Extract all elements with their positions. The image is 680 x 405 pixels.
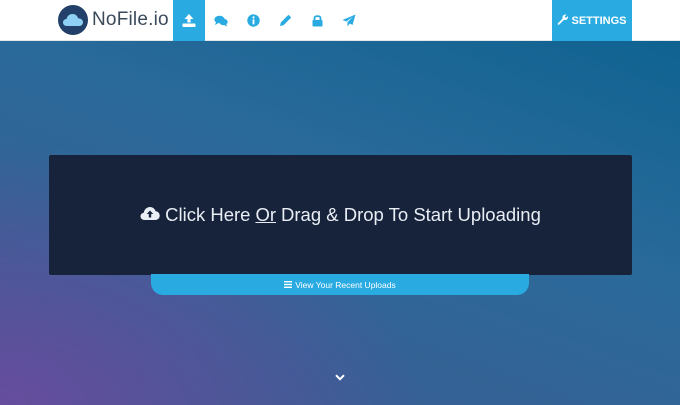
upload-drag-text: Drag & Drop To Start Uploading: [281, 204, 541, 225]
cloud-upload-icon: [140, 204, 165, 226]
nav-lock[interactable]: [301, 0, 333, 41]
upload-prompt: Click Here Or Drag & Drop To Start Uploa…: [140, 204, 541, 226]
nav-info[interactable]: [237, 0, 269, 41]
top-navbar: NoFile.io SETTINGS: [0, 0, 680, 41]
nav-icon-bar: [173, 0, 365, 41]
settings-label: SETTINGS: [571, 14, 627, 27]
wrench-icon: [557, 14, 571, 28]
recent-uploads-button[interactable]: View Your Recent Uploads: [151, 274, 529, 295]
info-icon: [246, 14, 260, 27]
settings-button[interactable]: SETTINGS: [552, 0, 632, 41]
chevron-down-icon: [335, 368, 345, 386]
pencil-icon: [279, 14, 292, 27]
brand-name: NoFile.io: [92, 9, 169, 30]
comments-icon: [214, 15, 228, 27]
paper-plane-icon: [342, 14, 356, 27]
nav-comments[interactable]: [205, 0, 237, 41]
nav-edit[interactable]: [269, 0, 301, 41]
cloud-logo-icon: [58, 5, 88, 35]
recent-uploads-label: View Your Recent Uploads: [295, 279, 396, 290]
upload-click-text: Click Here: [165, 204, 251, 225]
upload-or-text: Or: [255, 204, 277, 225]
nav-send[interactable]: [333, 0, 365, 41]
upload-dropzone[interactable]: Click Here Or Drag & Drop To Start Uploa…: [49, 155, 632, 275]
nav-upload[interactable]: [173, 0, 205, 41]
bars-icon: [284, 280, 295, 290]
lock-icon: [312, 14, 323, 27]
brand-logo[interactable]: NoFile.io: [58, 4, 169, 36]
scroll-down-button[interactable]: [333, 370, 347, 384]
upload-icon: [182, 14, 196, 27]
